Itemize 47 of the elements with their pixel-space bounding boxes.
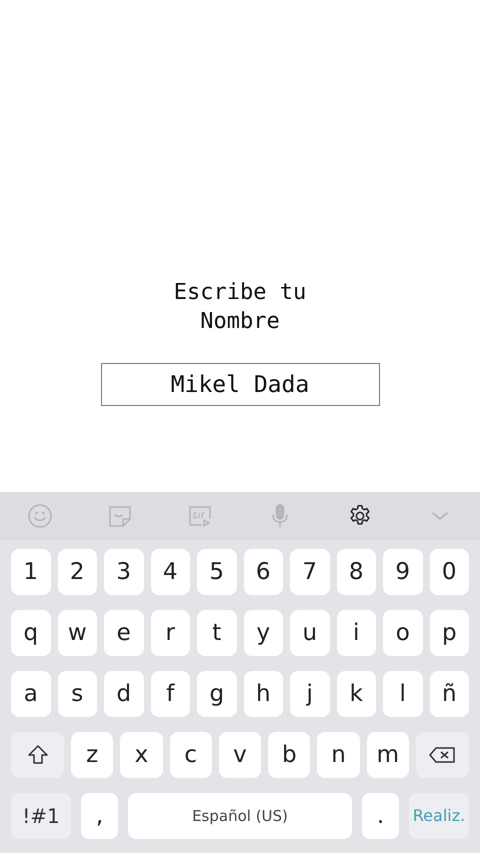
key[interactable]: e <box>104 610 144 656</box>
key[interactable]: x <box>120 732 163 778</box>
key[interactable]: u <box>290 610 330 656</box>
key[interactable]: c <box>170 732 212 778</box>
key[interactable]: w <box>58 610 97 656</box>
key[interactable]: y <box>244 610 283 656</box>
key[interactable]: 1 <box>11 549 50 595</box>
key[interactable]: 8 <box>336 549 376 595</box>
space-key[interactable]: Español (US) <box>128 793 352 839</box>
shift-key[interactable] <box>11 732 64 778</box>
key[interactable]: . <box>362 793 399 839</box>
key[interactable]: r <box>150 610 190 656</box>
key[interactable]: f <box>150 671 190 717</box>
key[interactable]: h <box>244 671 283 717</box>
key[interactable]: 2 <box>58 549 97 595</box>
backspace-key[interactable] <box>416 732 469 778</box>
backspace-icon <box>428 746 456 764</box>
key[interactable]: z <box>71 732 114 778</box>
key[interactable]: l <box>383 671 422 717</box>
prompt-heading: Escribe tu Nombre <box>172 279 308 336</box>
key[interactable]: k <box>336 671 376 717</box>
key[interactable]: ñ <box>430 671 469 717</box>
key[interactable]: v <box>218 732 262 778</box>
key[interactable]: i <box>336 610 376 656</box>
key[interactable]: 9 <box>383 549 422 595</box>
name-input-field[interactable]: Mikel Dada <box>100 363 380 406</box>
key[interactable]: q <box>11 610 50 656</box>
key[interactable]: d <box>104 671 144 717</box>
key[interactable]: 4 <box>150 549 190 595</box>
key[interactable]: s <box>58 671 97 717</box>
key[interactable]: g <box>197 671 236 717</box>
key[interactable]: 0 <box>430 549 469 595</box>
key[interactable]: b <box>268 732 310 778</box>
key[interactable]: t <box>197 610 236 656</box>
key[interactable]: a <box>11 671 50 717</box>
key[interactable]: 7 <box>290 549 330 595</box>
key[interactable]: , <box>81 793 118 839</box>
key[interactable]: n <box>317 732 360 778</box>
key[interactable]: 6 <box>244 549 283 595</box>
shift-arrow-icon <box>26 743 50 767</box>
key[interactable]: p <box>430 610 469 656</box>
key[interactable]: o <box>383 610 422 656</box>
key[interactable]: 3 <box>104 549 144 595</box>
key[interactable]: 5 <box>197 549 236 595</box>
key[interactable]: m <box>366 732 409 778</box>
key[interactable]: j <box>290 671 330 717</box>
symbols-key[interactable]: !#1 <box>11 793 71 839</box>
